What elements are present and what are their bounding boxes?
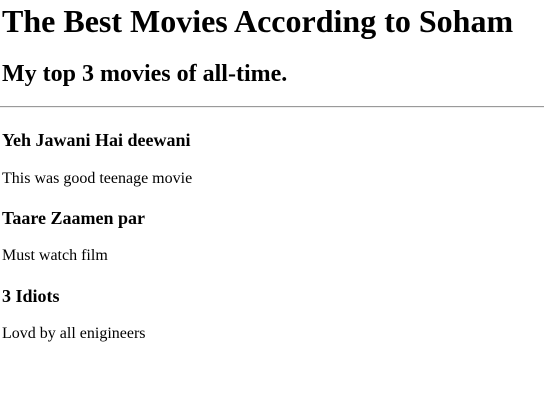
movie-title: Yeh Jawani Hai deewani [2,130,191,150]
movie-title: Taare Zaamen par [2,208,146,228]
page-subtitle: My top 3 movies of all-time. [2,61,288,87]
movie-title: 3 Idiots [2,286,60,306]
page-title: The Best Movies According to Soham [2,3,514,39]
movie-description: Lovd by all enigineers [2,325,146,342]
divider [0,106,544,108]
movie-description: Must watch film [2,247,108,264]
movie-description: This was good teenage movie [2,170,193,187]
